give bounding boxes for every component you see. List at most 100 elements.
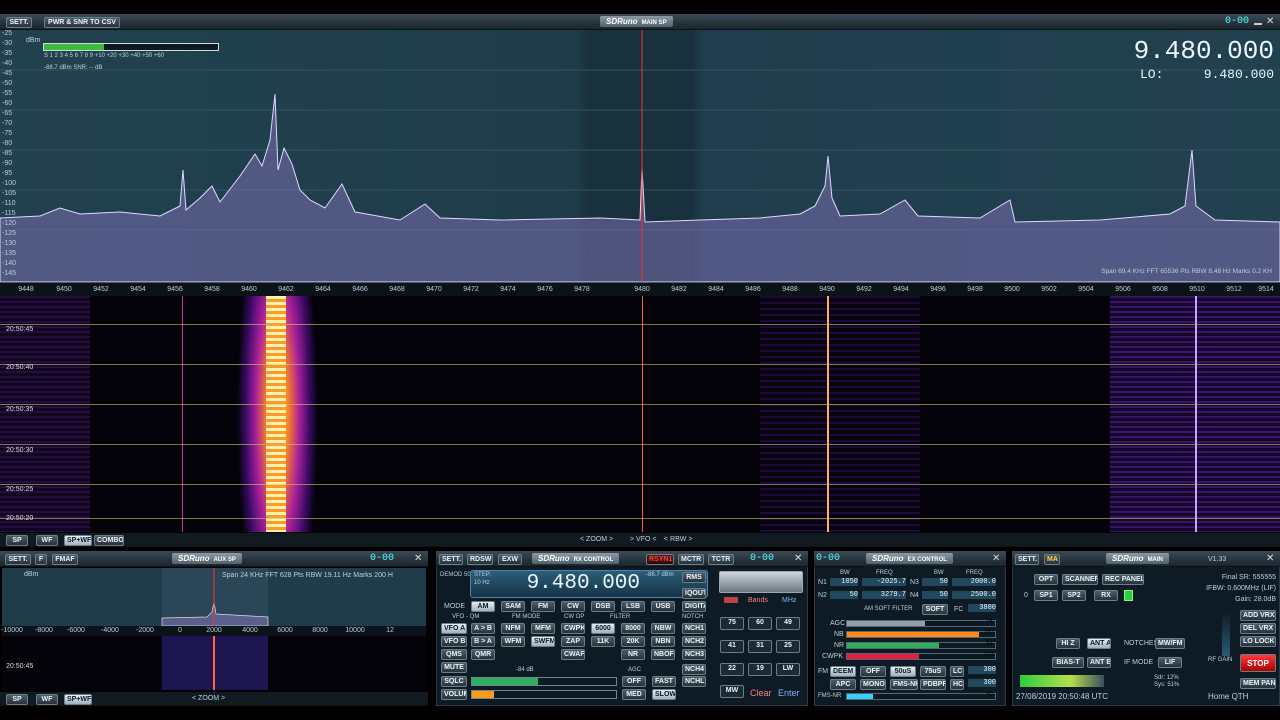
lo-lock-button[interactable]: LO LOCK	[1240, 636, 1276, 647]
filter-6000-button[interactable]: 6000	[591, 623, 615, 634]
band-19m-button[interactable]: 19	[748, 663, 772, 676]
aux-waterfall[interactable]: 20:50:45	[2, 636, 426, 690]
rf-gain-slider[interactable]	[1222, 610, 1230, 656]
close-icon[interactable]: ✕	[1266, 16, 1274, 27]
n1-bw[interactable]: 1050	[830, 578, 858, 586]
cwpk-slider[interactable]	[846, 653, 996, 660]
swfm-button[interactable]: SWFM	[531, 636, 555, 647]
n4-freq[interactable]: 2500.0	[952, 591, 996, 599]
sqlc-button[interactable]: SQLC	[441, 676, 467, 687]
nch3-button[interactable]: NCH3	[682, 649, 706, 660]
nr-button[interactable]: NR	[621, 649, 645, 660]
close-icon[interactable]: ✕	[414, 553, 422, 564]
nch1-button[interactable]: NCH1	[682, 623, 706, 634]
ant-b-button[interactable]: ANT B	[1087, 657, 1111, 668]
aux-f-button[interactable]: F	[35, 554, 47, 565]
pwr-snr-csv-button[interactable]: PWR & SNR TO CSV	[44, 17, 120, 28]
nch2-button[interactable]: NCH2	[682, 636, 706, 647]
band-75m-button[interactable]: 75	[720, 617, 744, 630]
nfm-button[interactable]: NFM	[501, 623, 525, 634]
mw-fm-button[interactable]: MW/FM	[1155, 638, 1185, 649]
zap-button[interactable]: ZAP	[561, 636, 585, 647]
mode-am-button[interactable]: AM	[471, 601, 495, 612]
band-25m-button[interactable]: 25	[776, 640, 800, 653]
rx-button[interactable]: RX	[1094, 590, 1118, 601]
aux-wf-button[interactable]: WF	[36, 694, 58, 705]
band-49m-button[interactable]: 49	[776, 617, 800, 630]
band-lw-button[interactable]: LW	[776, 663, 800, 676]
mctr-button[interactable]: MCTR	[678, 554, 704, 565]
filter-8000-button[interactable]: 8000	[621, 623, 645, 634]
agc-off-button[interactable]: OFF	[622, 676, 646, 687]
cwpk-button[interactable]: CWPK	[561, 623, 585, 634]
digital-button[interactable]: DIGITAL	[682, 601, 706, 612]
n1-freq[interactable]: -2025.7	[862, 578, 906, 586]
hc-value[interactable]: 300	[968, 679, 996, 687]
hc-button[interactable]: HC	[950, 679, 964, 690]
zoom-control[interactable]: < ZOOM >	[580, 536, 613, 543]
fms-nr-button[interactable]: FMS-NR	[890, 679, 918, 690]
n4-bw[interactable]: 50	[922, 591, 948, 599]
band-31m-button[interactable]: 31	[748, 640, 772, 653]
deem-50us-button[interactable]: 50uS	[890, 666, 916, 677]
agc-slider[interactable]	[846, 620, 996, 627]
keypad-backspace-icon[interactable]	[724, 597, 738, 603]
nb-slider[interactable]	[846, 631, 996, 638]
rx-sett-button[interactable]: SETT.	[439, 554, 463, 565]
n3-bw[interactable]: 50	[922, 578, 948, 586]
n2-freq[interactable]: 3279.7	[862, 591, 906, 599]
del-vrx-button[interactable]: DEL VRX	[1240, 623, 1276, 634]
vfo-frequency[interactable]: 9.480.000	[520, 572, 640, 595]
fc-value[interactable]: 3800	[968, 604, 996, 612]
sp2-button[interactable]: SP2	[1062, 590, 1086, 601]
wfm-button[interactable]: WFM	[501, 636, 525, 647]
hiz-button[interactable]: HI Z	[1056, 638, 1080, 649]
lif-button[interactable]: LIF	[1158, 657, 1182, 668]
aux-spectrum[interactable]: dBm Span 24 KHz FFT 628 Pts RBW 19.11 Hz…	[2, 568, 426, 626]
iqout-button[interactable]: IQOUT	[682, 588, 706, 599]
agc-fast-button[interactable]: FAST	[652, 676, 676, 687]
nch4-button[interactable]: NCH4	[682, 664, 706, 675]
mhz-label[interactable]: MHz	[782, 597, 796, 604]
spectrum-display[interactable]: -25 -30 -35 -40 -45 -50 -55 -60 -65 -70 …	[0, 30, 1280, 282]
volume-slider[interactable]	[471, 690, 617, 699]
a-to-b-button[interactable]: A > B	[471, 623, 495, 634]
tctr-button[interactable]: TCTR	[708, 554, 734, 565]
waterfall-display[interactable]: 20:50:45 20:50:40 20:50:35 20:50:30 20:5…	[0, 296, 1280, 532]
mfm-button[interactable]: MFM	[531, 623, 555, 634]
band-41m-button[interactable]: 41	[720, 640, 744, 653]
rbw-control[interactable]: < RBW >	[664, 536, 692, 543]
agc-slow-button[interactable]: SLOW	[652, 689, 676, 700]
rec-panel-button[interactable]: REC PANEL	[1102, 574, 1144, 585]
filter-11k-button[interactable]: 11K	[591, 636, 615, 647]
band-60m-button[interactable]: 60	[748, 617, 772, 630]
ma-button[interactable]: MA	[1044, 554, 1060, 565]
band-mw-button[interactable]: MW	[720, 685, 744, 698]
rsyn-button[interactable]: RSYN1	[646, 554, 674, 565]
minimize-icon[interactable]	[1254, 19, 1262, 25]
sp1-button[interactable]: SP1	[1034, 590, 1058, 601]
sett-button[interactable]: SETT.	[6, 17, 32, 28]
mode-usb-button[interactable]: USB	[651, 601, 675, 612]
close-icon[interactable]: ✕	[1266, 553, 1274, 564]
clear-button[interactable]: Clear	[750, 688, 772, 698]
vfo-a-button[interactable]: VFO A	[441, 623, 467, 634]
rdsw-button[interactable]: RDSW	[467, 554, 493, 565]
mode-fm-button[interactable]: FM	[531, 601, 555, 612]
mode-lsb-button[interactable]: LSB	[621, 601, 645, 612]
ant-a-button[interactable]: ANT A	[1087, 638, 1111, 649]
deem-off-button[interactable]: OFF	[860, 666, 886, 677]
band-22m-button[interactable]: 22	[720, 663, 744, 676]
pdbpf-button[interactable]: PDBPF	[920, 679, 946, 690]
rms-button[interactable]: RMS	[682, 572, 706, 583]
n3-freq[interactable]: 2000.0	[952, 578, 996, 586]
exw-button[interactable]: EXW	[498, 554, 522, 565]
combo-mode-button[interactable]: COMBO	[94, 535, 124, 546]
aux-fmaf-button[interactable]: FMAF	[52, 554, 78, 565]
add-vrx-button[interactable]: ADD VRX	[1240, 610, 1276, 621]
qmr-button[interactable]: QMR	[471, 649, 495, 660]
stop-button[interactable]: STOP	[1240, 654, 1276, 672]
mode-cw-button[interactable]: CW	[561, 601, 585, 612]
aux-spwf-button[interactable]: SP+WF	[64, 694, 92, 705]
mode-sam-button[interactable]: SAM	[501, 601, 525, 612]
